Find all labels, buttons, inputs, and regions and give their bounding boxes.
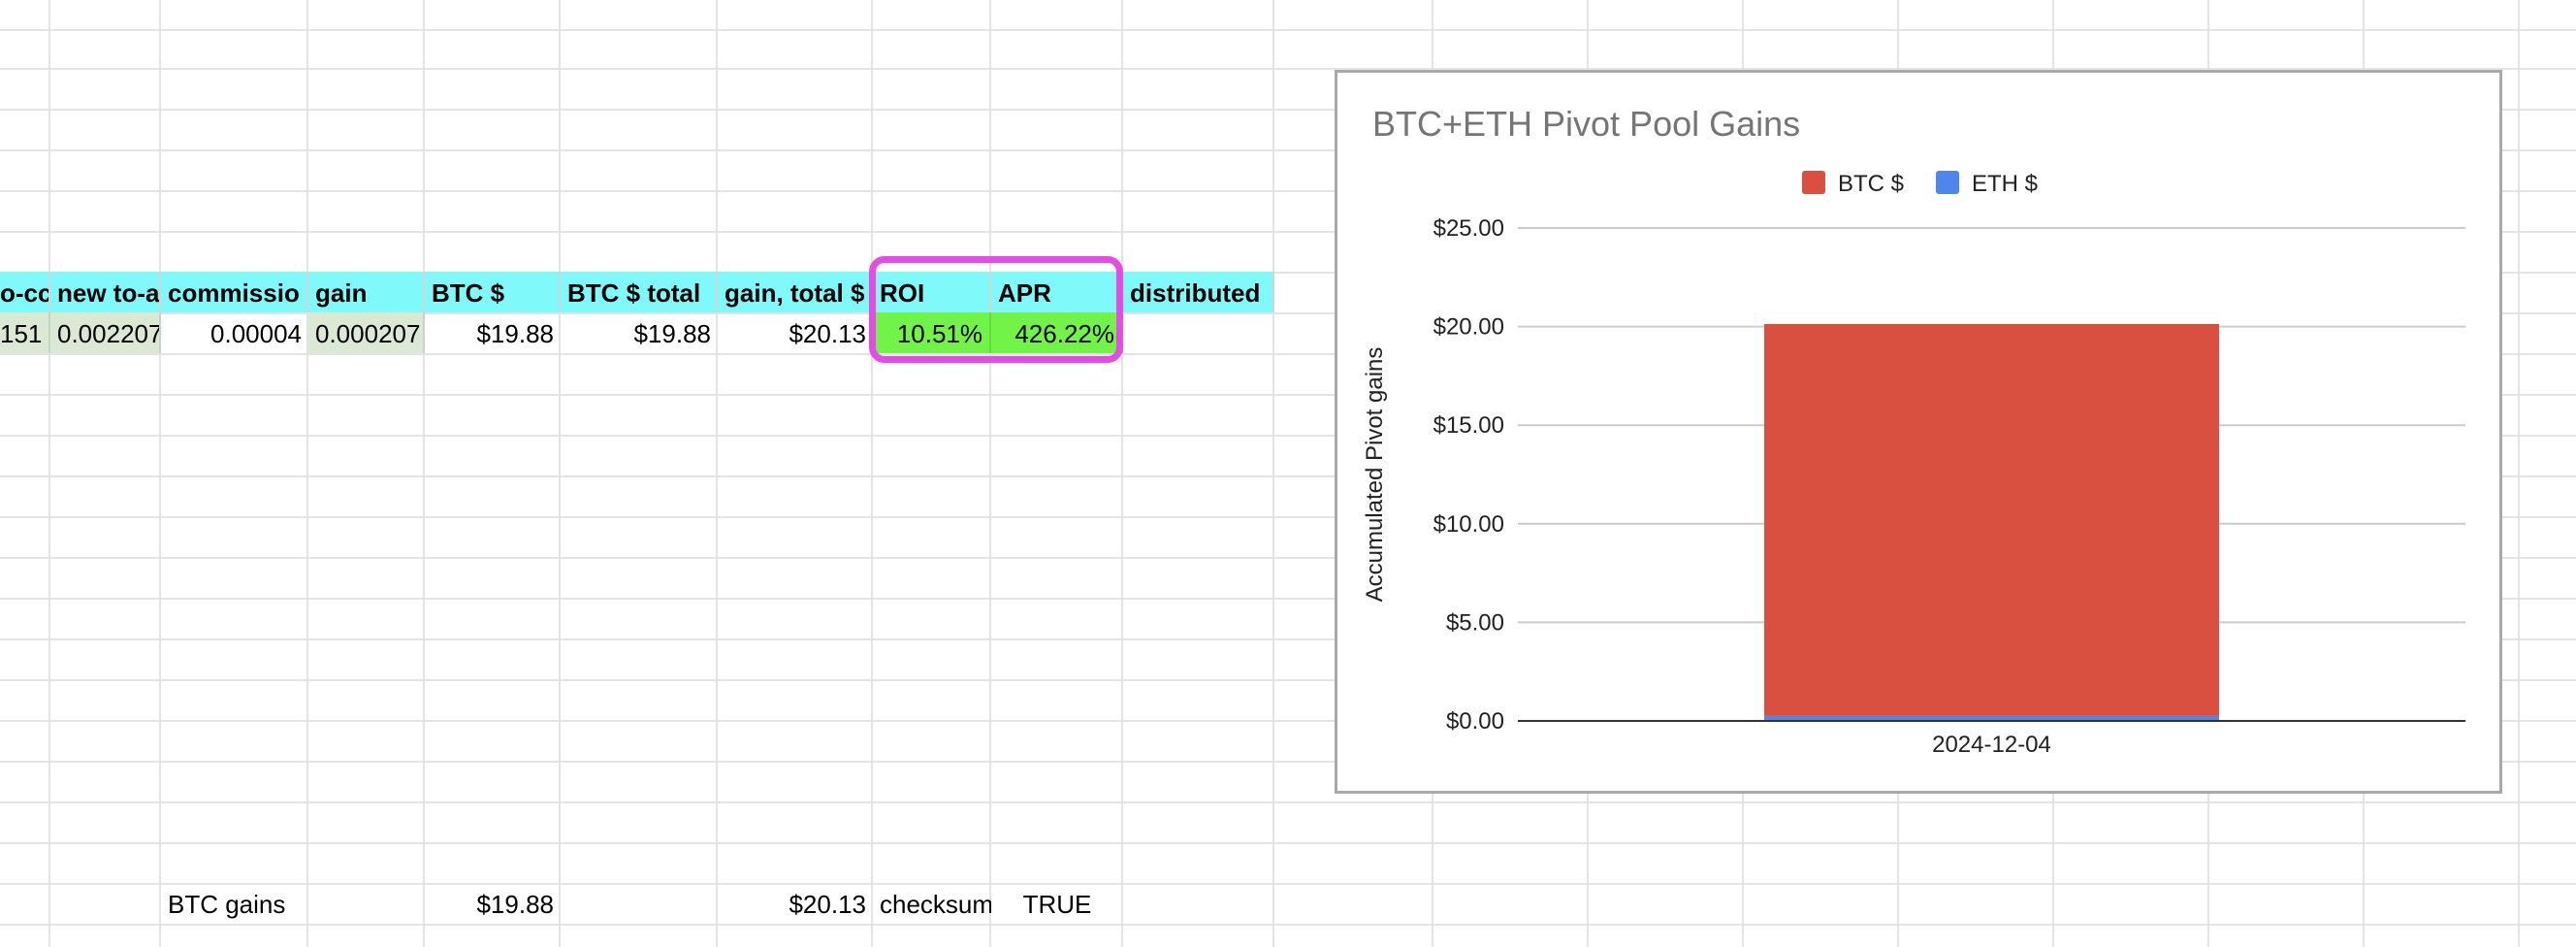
data-cell[interactable]: 0.00004 [161, 312, 308, 353]
y-tick-label: $20.00 [1433, 314, 1504, 341]
legend-label: BTC $ [1838, 171, 1904, 197]
data-cell[interactable]: $20.13 [718, 312, 873, 353]
btc-gains-label[interactable]: BTC gains [161, 883, 308, 924]
spreadsheet-grid: o-cc new to-a commissio gain BTC $ BTC $… [0, 0, 2576, 947]
grid-line [0, 842, 2576, 844]
grid-line [0, 883, 2576, 885]
btc-gains-value[interactable]: $19.88 [425, 883, 561, 924]
y-tick-label: $0.00 [1446, 708, 1504, 735]
data-cell[interactable]: 0.002207 [50, 312, 161, 353]
header-cell[interactable]: gain [308, 272, 425, 312]
header-cell[interactable]: BTC $ total [561, 272, 718, 312]
checksum-label[interactable]: checksum [873, 883, 991, 924]
grid-line [559, 0, 561, 947]
gain-total-value[interactable]: $20.13 [718, 883, 873, 924]
y-axis-label: Accumulated Pivot gains [1362, 347, 1388, 603]
x-tick-label: 2024-12-04 [1932, 732, 2051, 758]
header-cell[interactable]: gain, total $ [718, 272, 873, 312]
chart-container[interactable]: BTC+ETH Pivot Pool Gains $0.00 $5.00 $10.0… [1335, 70, 2502, 794]
header-cell[interactable]: distributed [1123, 272, 1274, 312]
roi-cell[interactable]: 10.51% [873, 312, 991, 353]
grid-line [0, 29, 2576, 31]
grid-line [1121, 0, 1123, 947]
header-cell[interactable]: commissio [161, 272, 308, 312]
bar-btc [1764, 323, 2219, 716]
grid-line [2518, 0, 2520, 947]
legend-swatch [1802, 171, 1825, 194]
grid-line [1272, 0, 1274, 947]
grid-line [48, 0, 50, 947]
header-cell[interactable]: BTC $ [425, 272, 561, 312]
y-tick-label: $15.00 [1433, 412, 1504, 439]
header-cell[interactable]: o-cc [0, 272, 50, 312]
checksum-value[interactable]: TRUE [991, 883, 1123, 924]
apr-cell[interactable]: 426.22% [991, 312, 1123, 353]
grid-line [871, 0, 873, 947]
data-cell[interactable]: $19.88 [425, 312, 561, 353]
header-cell[interactable]: new to-a [50, 272, 161, 312]
header-cell[interactable]: APR [991, 272, 1123, 312]
grid-line [716, 0, 718, 947]
header-cell[interactable]: ROI [873, 272, 991, 312]
grid-line [423, 0, 425, 947]
grid-line [989, 0, 991, 947]
grid-line [306, 0, 308, 947]
grid-line [159, 0, 161, 947]
y-tick-label: $10.00 [1433, 511, 1504, 538]
data-cell[interactable]: 0.000207 [308, 312, 425, 353]
chart-svg: $0.00 $5.00 $10.00 $15.00 $20.00 $25.00 Accumu… [1362, 171, 2465, 758]
grid-line [0, 924, 2576, 926]
grid-line [0, 801, 2576, 803]
legend-swatch [1936, 171, 1959, 194]
y-tick-label: $25.00 [1433, 215, 1504, 242]
y-tick-label: $5.00 [1446, 609, 1504, 636]
legend-label: ETH $ [1972, 171, 2038, 197]
data-cell[interactable]: 151 [0, 312, 50, 353]
data-cell[interactable]: $19.88 [561, 312, 718, 353]
